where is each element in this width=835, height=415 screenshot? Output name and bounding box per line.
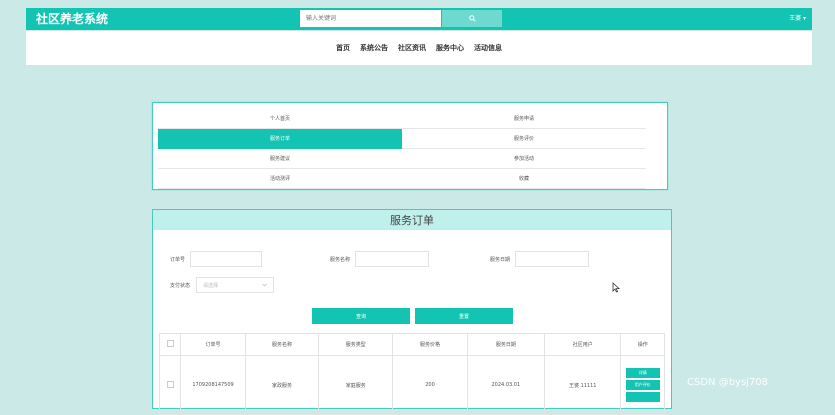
order-no-input[interactable] <box>190 251 262 267</box>
more-action-button[interactable] <box>625 392 660 402</box>
personal-menu-card: 个人首页 服务申请 服务订单 服务评价 服务建议 参加活动 活动测评 收藏 <box>152 102 668 190</box>
nav-activities[interactable]: 活动信息 <box>474 43 502 53</box>
column-header: 服务价格 <box>392 333 468 356</box>
select-all-cell <box>158 333 182 356</box>
row-checkbox[interactable] <box>166 380 174 388</box>
details-button[interactable]: 详情 <box>625 368 660 378</box>
nav-announcements[interactable]: 系统公告 <box>360 43 388 53</box>
column-header: 服务名称 <box>244 333 320 356</box>
menu-item-service-suggestions[interactable]: 服务建议 <box>158 149 402 169</box>
search-icon <box>468 15 476 22</box>
actions-cell: 详情 用户评价 <box>620 355 665 415</box>
user-cell: 王婆 11111 <box>544 355 622 415</box>
menu-item-favorites[interactable]: 收藏 <box>402 169 646 189</box>
column-header: 服务类型 <box>318 333 394 356</box>
price-cell: 200 <box>392 355 468 415</box>
watermark: CSDN @bysj708 <box>687 377 769 388</box>
service-date-input[interactable] <box>515 251 589 267</box>
column-header: 操作 <box>620 333 665 356</box>
menu-item-join-activities[interactable]: 参加活动 <box>402 149 646 169</box>
nav-service-center[interactable]: 服务中心 <box>436 43 464 53</box>
order-no-label: 订单号 <box>170 257 186 263</box>
pay-status-select[interactable]: 请选择 <box>196 277 274 293</box>
orders-panel: 服务订单 订单号 服务名称 服务日期 支付状态 请选择 查询 重置 订单号 服务… <box>152 209 672 415</box>
app-title: 社区养老系统 <box>36 12 109 26</box>
orders-table: 订单号 服务名称 服务类型 服务价格 服务日期 社区用户 操作 17092081… <box>158 333 665 415</box>
pay-status-label: 支付状态 <box>170 283 191 289</box>
user-review-button[interactable]: 用户评价 <box>625 380 660 390</box>
table-row: 1709208147509 家政服务 家庭服务 200 2024.03.01 王… <box>158 355 665 415</box>
order-no-cell: 1709208147509 <box>180 355 246 415</box>
search-input[interactable] <box>300 10 441 27</box>
service-name-label: 服务名称 <box>330 257 351 263</box>
page-title: 服务订单 <box>153 210 671 230</box>
column-header: 订单号 <box>180 333 246 356</box>
row-select-cell <box>158 355 182 415</box>
chevron-down-icon <box>262 283 267 287</box>
service-name-input[interactable] <box>355 251 429 267</box>
menu-item-activity-evaluation[interactable]: 活动测评 <box>158 169 402 189</box>
query-button[interactable]: 查询 <box>312 308 410 324</box>
menu-item-service-reviews[interactable]: 服务评价 <box>402 129 646 149</box>
search-button[interactable] <box>442 10 502 27</box>
table-header-row: 订单号 服务名称 服务类型 服务价格 服务日期 社区用户 操作 <box>158 333 665 356</box>
column-header: 服务日期 <box>466 333 546 356</box>
date-cell: 2024.03.01 <box>466 355 546 415</box>
column-header: 社区用户 <box>544 333 622 356</box>
pay-status-placeholder: 请选择 <box>203 282 219 289</box>
service-name-cell: 家政服务 <box>244 355 320 415</box>
select-all-checkbox[interactable] <box>166 340 174 347</box>
mouse-cursor-icon <box>612 282 620 293</box>
user-menu[interactable]: 王婆 ▾ <box>789 11 806 27</box>
service-type-cell: 家庭服务 <box>318 355 394 415</box>
main-nav: 首页 系统公告 社区资讯 服务中心 活动信息 <box>26 31 812 65</box>
app-window: 社区养老系统 王婆 ▾ 首页 系统公告 社区资讯 服务中心 活动信息 个人首页 … <box>26 0 812 415</box>
menu-item-profile[interactable]: 个人首页 <box>158 109 402 129</box>
nav-community-news[interactable]: 社区资讯 <box>398 43 426 53</box>
nav-home[interactable]: 首页 <box>336 43 350 53</box>
reset-button[interactable]: 重置 <box>415 308 513 324</box>
top-bar: 社区养老系统 王婆 ▾ <box>26 8 812 30</box>
service-date-label: 服务日期 <box>490 257 511 263</box>
menu-item-service-apply[interactable]: 服务申请 <box>402 109 646 129</box>
menu-item-service-orders[interactable]: 服务订单 <box>158 129 402 149</box>
personal-menu: 个人首页 服务申请 服务订单 服务评价 服务建议 参加活动 活动测评 收藏 <box>158 109 646 189</box>
